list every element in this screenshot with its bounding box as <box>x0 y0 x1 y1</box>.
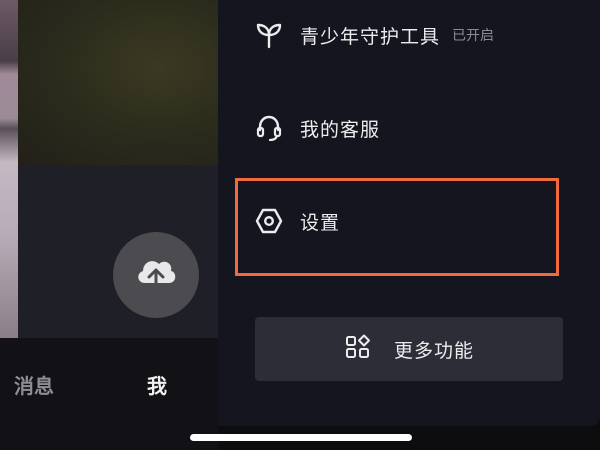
status-badge: 已开启 <box>452 28 495 44</box>
bottom-navigation: 消息 我 <box>0 338 218 450</box>
more-functions-button[interactable]: 更多功能 <box>255 317 563 381</box>
cloud-upload-icon <box>133 253 179 297</box>
home-indicator[interactable] <box>190 434 412 441</box>
menu-label-customer-service: 我的客服 <box>300 118 381 141</box>
video-thumbnail-strip <box>0 0 18 338</box>
video-thumbnail <box>18 0 218 165</box>
menu-label-youth-protection: 青少年守护工具 <box>300 25 441 48</box>
nav-me[interactable]: 我 <box>147 370 167 399</box>
background-feed: 消息 我 <box>0 0 218 450</box>
menu-item-youth-protection[interactable]: 青少年守护工具 已开启 <box>254 15 494 55</box>
headset-icon <box>254 113 284 143</box>
more-functions-label: 更多功能 <box>393 339 474 362</box>
nav-messages[interactable]: 消息 <box>14 370 54 399</box>
sprout-icon <box>254 20 284 50</box>
settings-highlight-box <box>235 178 559 276</box>
menu-item-customer-service[interactable]: 我的客服 <box>254 108 380 148</box>
side-drawer-menu: 青少年守护工具 已开启 我的客服 设置 更多功能 <box>218 0 600 426</box>
grid-shapes-icon <box>344 333 372 365</box>
upload-button[interactable] <box>113 232 199 318</box>
